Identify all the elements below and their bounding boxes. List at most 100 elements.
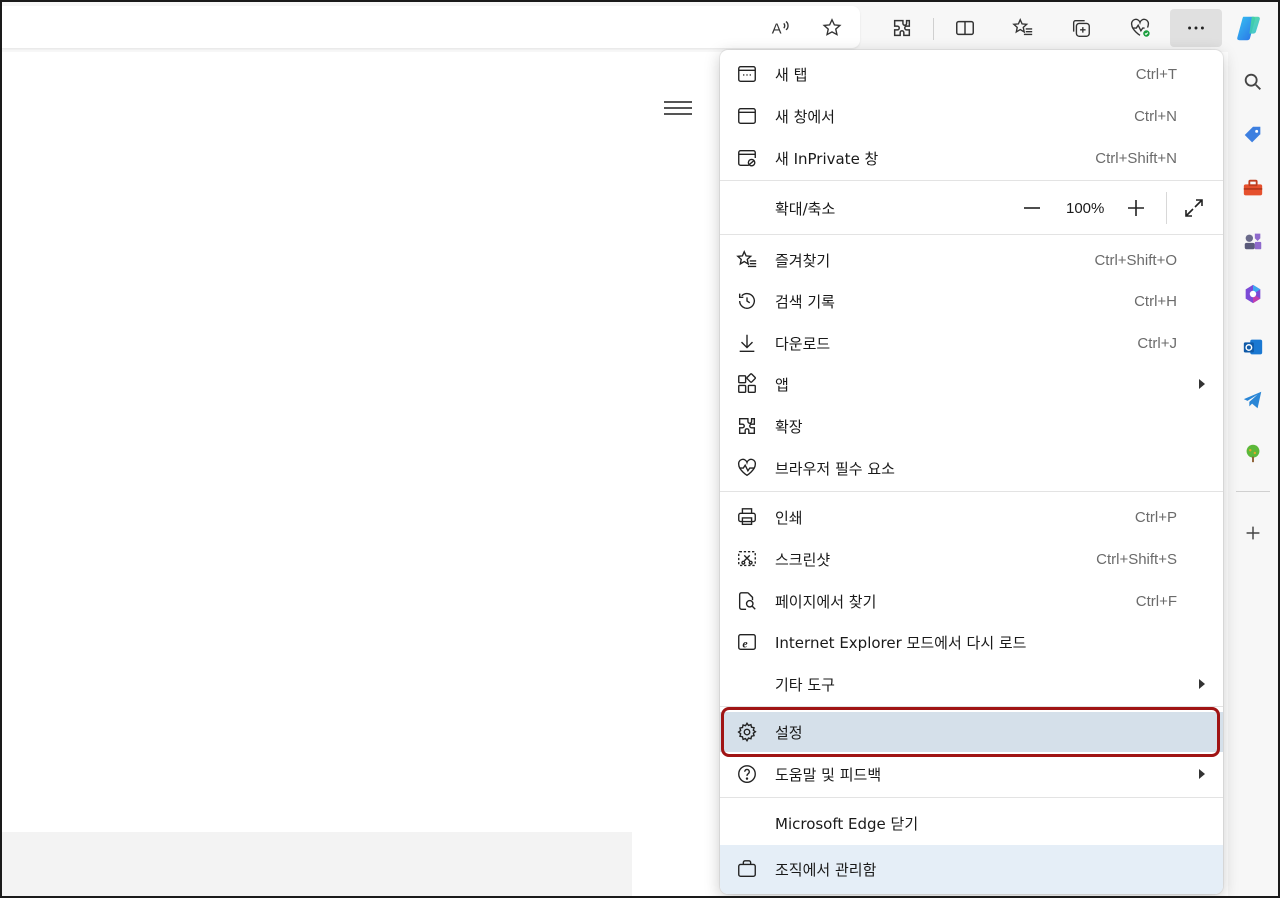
menu-item-apps[interactable]: 앱 [720,364,1223,404]
menu-item-label: 새 탭 [775,65,808,84]
history-icon [736,290,758,312]
sidebar [1228,52,1278,896]
menu-separator [720,797,1223,798]
collections-icon[interactable] [1063,10,1099,46]
menu-item-shortcut: Ctrl+N [1134,107,1177,125]
favorites-icon [736,249,758,271]
zoom-in-button[interactable] [1126,198,1146,218]
zoom-separator [1166,192,1167,224]
page-panel [292,52,632,832]
submenu-arrow-icon [1199,379,1205,389]
menu-separator [720,180,1223,181]
menu-item-find[interactable]: 페이지에서 찾기 Ctrl+F [720,581,1223,621]
screenshot-icon [736,548,758,570]
find-on-page-icon [736,590,758,612]
browser-essentials-icon[interactable] [1122,10,1158,46]
extensions-icon[interactable] [884,10,920,46]
menu-item-extensions[interactable]: 확장 [720,406,1223,446]
menu-item-more-tools[interactable]: 기타 도구 [720,664,1223,704]
menu-item-label: 인쇄 [775,508,803,527]
fullscreen-icon[interactable] [1182,196,1206,220]
menu-item-label: 기타 도구 [775,675,835,694]
briefcase-icon [736,858,758,880]
menu-item-managed-by-org[interactable]: 조직에서 관리함 [720,845,1223,894]
highlight-annotation [721,707,1220,757]
download-icon [736,332,758,354]
menu-item-label: 페이지에서 찾기 [775,592,877,611]
help-icon [736,763,758,785]
page-panel [2,52,292,832]
menu-separator [720,234,1223,235]
shopping-icon[interactable] [1236,118,1270,152]
menu-item-new-tab[interactable]: 새 탭 Ctrl+T [720,54,1223,94]
apps-icon [736,373,758,395]
submenu-arrow-icon [1199,769,1205,779]
menu-item-shortcut: Ctrl+T [1135,65,1177,83]
sidebar-separator [1236,491,1270,492]
zoom-out-button[interactable] [1022,198,1042,218]
menu-item-help[interactable]: 도움말 및 피드백 [720,754,1223,794]
menu-item-label: Internet Explorer 모드에서 다시 로드 [775,633,1027,652]
menu-item-downloads[interactable]: 다운로드 Ctrl+J [720,323,1223,363]
menu-item-inprivate[interactable]: 새 InPrivate 창 Ctrl+Shift+N [720,138,1223,178]
copilot-icon[interactable] [1232,12,1266,44]
menu-item-label: 새 창에서 [775,107,835,126]
menu-item-print[interactable]: 인쇄 Ctrl+P [720,497,1223,537]
menu-item-label: 조직에서 관리함 [775,861,877,879]
menu-item-ie-mode[interactable]: e Internet Explorer 모드에서 다시 로드 [720,622,1223,662]
menu-item-label: 새 InPrivate 창 [775,149,879,168]
menu-item-close-edge[interactable]: Microsoft Edge 닫기 [720,803,1223,843]
menu-item-label: 확장 [775,417,803,436]
split-screen-icon[interactable] [947,10,983,46]
print-icon [736,506,758,528]
menu-item-history[interactable]: 검색 기록 Ctrl+H [720,281,1223,321]
telegram-icon[interactable] [1236,383,1270,417]
svg-text:e: e [742,637,748,651]
address-bar[interactable] [2,6,860,48]
submenu-arrow-icon [1199,679,1205,689]
menu-separator [720,491,1223,492]
zoom-level: 100% [1066,199,1105,217]
tree-icon[interactable] [1236,436,1270,470]
menu-item-zoom: 확대/축소 100% [720,188,1223,228]
menu-item-screenshot[interactable]: 스크린샷 Ctrl+Shift+S [720,539,1223,579]
menu-item-label: 앱 [775,375,789,394]
menu-item-shortcut: Ctrl+F [1135,592,1177,610]
menu-item-shortcut: Ctrl+Shift+N [1095,149,1177,167]
games-icon[interactable] [1236,224,1270,258]
menu-item-shortcut: Ctrl+Shift+O [1094,251,1177,269]
more-icon[interactable] [1170,9,1222,47]
tools-icon[interactable] [1236,171,1270,205]
menu-item-label: 확대/축소 [775,199,836,218]
menu-item-shortcut: Ctrl+H [1134,292,1177,310]
outlook-icon[interactable] [1236,330,1270,364]
inprivate-icon [736,147,758,169]
read-aloud-icon[interactable]: A [762,10,798,46]
menu-item-shortcut: Ctrl+Shift+S [1096,550,1177,568]
menu-item-label: 즐겨찾기 [775,251,831,270]
menu-item-label: Microsoft Edge 닫기 [775,814,919,833]
menu-item-label: 도움말 및 피드백 [775,765,882,784]
toolbar-separator [933,18,934,40]
new-tab-icon [736,63,758,85]
menu-item-label: 검색 기록 [775,292,835,311]
favorites-icon[interactable] [1005,10,1041,46]
browser-essentials-icon [736,457,758,479]
menu-item-shortcut: Ctrl+P [1134,508,1177,526]
toolbar: A [2,2,1278,52]
search-icon[interactable] [1236,65,1270,99]
menu-item-label: 스크린샷 [775,550,831,569]
menu-item-label: 다운로드 [775,334,831,353]
extensions-icon [736,415,758,437]
microsoft365-icon[interactable] [1236,277,1270,311]
add-icon[interactable] [1236,516,1270,550]
menu-item-browser-essentials[interactable]: 브라우저 필수 요소 [720,448,1223,488]
favorite-star-icon[interactable] [814,10,850,46]
menu-item-label: 브라우저 필수 요소 [775,459,895,478]
menu-item-favorites[interactable]: 즐겨찾기 Ctrl+Shift+O [720,240,1223,280]
internet-explorer-icon: e [736,631,758,653]
new-window-icon [736,105,758,127]
settings-and-more-menu: 새 탭 Ctrl+T 새 창에서 Ctrl+N 새 InPrivate 창 Ct… [720,50,1223,894]
hamburger-menu-icon[interactable] [662,97,694,121]
menu-item-new-window[interactable]: 새 창에서 Ctrl+N [720,96,1223,136]
